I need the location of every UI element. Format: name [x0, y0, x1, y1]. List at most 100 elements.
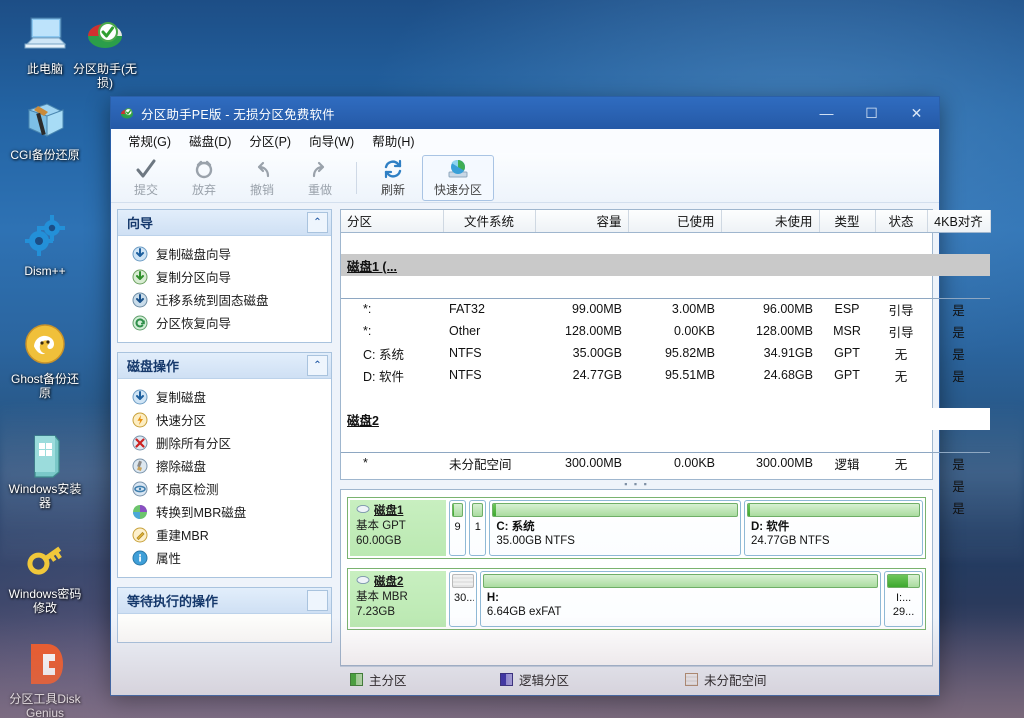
pane-splitter[interactable]: ▪ ▪ ▪ — [340, 480, 933, 489]
sidebar-item-properties[interactable]: 属性 — [118, 546, 331, 569]
column-header-free[interactable]: 未使用 — [721, 210, 819, 232]
disk-map-partition[interactable]: D: 软件 24.77GB NTFS — [744, 500, 923, 556]
sidebar-item-wipe-disk[interactable]: 擦除磁盘 — [118, 454, 331, 477]
disk-map-partition[interactable]: H: 6.64GB exFAT — [480, 571, 881, 627]
disk-map-name-wrap: 磁盘2 — [356, 575, 440, 590]
desktop-icon-windows-installer[interactable]: Windows安装器 — [6, 430, 84, 510]
table-row[interactable]: D: 软件 NTFS 24.77GB 95.51MB 24.68GB GPT 无… — [341, 364, 990, 386]
maximize-button[interactable]: ☐ — [849, 97, 894, 129]
table-row[interactable]: *: Other 128.00MB 0.00KB 128.00MB MSR 引导… — [341, 320, 990, 342]
desktop-icon-label: Dism++ — [6, 264, 84, 278]
window-controls: — ☐ ✕ — [804, 97, 939, 129]
legend: 主分区 逻辑分区 未分配空间 — [340, 666, 933, 692]
disk-map-partition[interactable]: I:... 29... — [884, 571, 923, 627]
cell-capacity: 128.00MB — [535, 320, 628, 342]
menu-general[interactable]: 常规(G) — [119, 129, 180, 152]
desktop-icon-dism-plus[interactable]: Dism++ — [6, 212, 84, 278]
desktop-icon-ghost-backup[interactable]: Ghost备份还原 — [6, 320, 84, 400]
legend-label: 逻辑分区 — [519, 670, 569, 689]
menu-partition[interactable]: 分区(P) — [240, 129, 300, 152]
disk-map-row-disk2[interactable]: 磁盘2 基本 MBR 7.23GB 30... — [347, 568, 926, 630]
disk-map-partition-text: D: 软件 24.77GB NTFS — [747, 517, 920, 548]
check-icon — [135, 158, 157, 180]
disk-map-partition[interactable]: C: 系统 35.00GB NTFS — [489, 500, 741, 556]
sidebar-item-copy-disk-wizard[interactable]: 复制磁盘向导 — [118, 242, 331, 265]
disk-map-partition-label: D: 软件 — [751, 520, 916, 534]
column-header-type[interactable]: 类型 — [819, 210, 875, 232]
chevron-up-icon[interactable]: ⌃ — [307, 212, 328, 233]
sidebar-item-convert-to-mbr[interactable]: 转换到MBR磁盘 — [118, 500, 331, 523]
cell-used: 0.00KB — [628, 320, 721, 342]
legend-item-primary: 主分区 — [350, 670, 500, 689]
sidebar-item-copy-partition-wizard[interactable]: 复制分区向导 — [118, 265, 331, 288]
disk-map-partition-unallocated[interactable]: 30... — [449, 571, 477, 627]
cell-used: 95.51MB — [628, 364, 721, 386]
properties-icon — [132, 550, 148, 566]
table-group-rule — [341, 430, 990, 452]
column-header-status[interactable]: 状态 — [875, 210, 927, 232]
title-bar[interactable]: 分区助手PE版 - 无损分区免费软件 — ☐ ✕ — [111, 97, 939, 129]
column-header-used[interactable]: 已使用 — [628, 210, 721, 232]
legend-item-unallocated: 未分配空间 — [685, 670, 767, 689]
sidebar-item-label: 转换到MBR磁盘 — [156, 502, 246, 521]
column-header-partition[interactable]: 分区 — [341, 210, 443, 232]
desktop-icon-partition-assistant[interactable]: 分区助手(无损) — [66, 10, 144, 90]
sidebar-item-bad-sector-check[interactable]: 坏扇区检测 — [118, 477, 331, 500]
cell-used: 95.82MB — [628, 342, 721, 364]
legend-item-logical: 逻辑分区 — [500, 670, 685, 689]
toolbar-quick-partition-button[interactable]: 快速分区 — [422, 155, 494, 201]
column-header-filesystem[interactable]: 文件系统 — [443, 210, 535, 232]
disk-map-partition-sub: 6.64GB exFAT — [487, 605, 874, 619]
cell-capacity: 35.00GB — [535, 342, 628, 364]
logical-partition-swatch-icon — [500, 673, 513, 686]
sidebar-item-delete-all-partitions[interactable]: 删除所有分区 — [118, 431, 331, 454]
desktop-icon-label: Ghost备份还原 — [6, 372, 84, 400]
chevron-up-icon[interactable]: ⌃ — [307, 355, 328, 376]
sidebar-item-partition-recovery-wizard[interactable]: 分区恢复向导 — [118, 311, 331, 334]
desktop-icon-windows-password[interactable]: Windows密码修改 — [6, 535, 84, 615]
partition-table: 分区 文件系统 容量 已使用 未使用 类型 状态 4KB对齐 — [341, 210, 991, 518]
partition-assistant-window: 分区助手PE版 - 无损分区免费软件 — ☐ ✕ 常规(G) 磁盘(D) 分区(… — [110, 96, 940, 696]
table-group-header-disk1[interactable]: 磁盘1 (... — [341, 254, 990, 276]
minimize-button[interactable]: — — [804, 97, 849, 129]
sidebar-item-copy-disk[interactable]: 复制磁盘 — [118, 385, 331, 408]
disk-map: 磁盘1 基本 GPT 60.00GB 9 — [340, 489, 933, 666]
toolbar-refresh-button[interactable]: 刷新 — [364, 155, 422, 201]
sidebar-item-quick-partition[interactable]: 快速分区 — [118, 408, 331, 431]
menu-wizard[interactable]: 向导(W) — [300, 129, 363, 152]
column-header-capacity[interactable]: 容量 — [535, 210, 628, 232]
disk-map-partition[interactable]: 9 — [449, 500, 466, 556]
toolbar-undo-button[interactable]: 撤销 — [233, 155, 291, 201]
toolbar-commit-button[interactable]: 提交 — [117, 155, 175, 201]
toolbar-discard-button[interactable]: 放弃 — [175, 155, 233, 201]
disk-map-row-disk1[interactable]: 磁盘1 基本 GPT 60.00GB 9 — [347, 497, 926, 559]
table-group-header-disk2[interactable]: 磁盘2 — [341, 408, 990, 430]
desktop-icon-cgi-backup[interactable]: CGI备份还原 — [6, 96, 84, 162]
usage-bar — [492, 503, 738, 517]
unallocated-swatch-icon — [685, 673, 698, 686]
cell-free: 24.68GB — [721, 364, 819, 386]
table-row[interactable]: *: FAT32 99.00MB 3.00MB 96.00MB ESP 引导 是 — [341, 298, 990, 320]
toolbar-redo-button[interactable]: 重做 — [291, 155, 349, 201]
close-button[interactable]: ✕ — [894, 97, 939, 129]
usage-bar — [452, 574, 474, 588]
toolbar-label: 放弃 — [192, 181, 216, 198]
disk-map-partition-label: H: — [487, 591, 874, 605]
table-row[interactable]: C: 系统 NTFS 35.00GB 95.82MB 34.91GB GPT 无… — [341, 342, 990, 364]
chevron-up-icon[interactable] — [307, 590, 328, 611]
disk-map-partition-label: I:... — [889, 591, 918, 605]
sidebar-item-migrate-os[interactable]: 迁移系统到固态磁盘 — [118, 288, 331, 311]
sidebar-item-label: 重建MBR — [156, 525, 209, 544]
disk-group-name: 磁盘1 (... — [341, 254, 990, 276]
disk-map-partition[interactable]: 1 — [469, 500, 486, 556]
menu-disk[interactable]: 磁盘(D) — [180, 129, 240, 152]
sidebar-item-rebuild-mbr[interactable]: 重建MBR — [118, 523, 331, 546]
column-header-align[interactable]: 4KB对齐 — [927, 210, 990, 232]
cell-status: 无 — [875, 364, 927, 386]
cell-status: 引导 — [875, 298, 927, 320]
desktop-icon-diskgenius[interactable]: 分区工具DiskGenius — [6, 640, 84, 718]
menu-help[interactable]: 帮助(H) — [363, 129, 423, 152]
sidebar-item-label: 复制分区向导 — [156, 267, 231, 286]
ghost-icon — [21, 320, 69, 368]
table-row[interactable]: * 未分配空间 300.00MB 0.00KB 300.00MB 逻辑 无 是 — [341, 452, 990, 474]
